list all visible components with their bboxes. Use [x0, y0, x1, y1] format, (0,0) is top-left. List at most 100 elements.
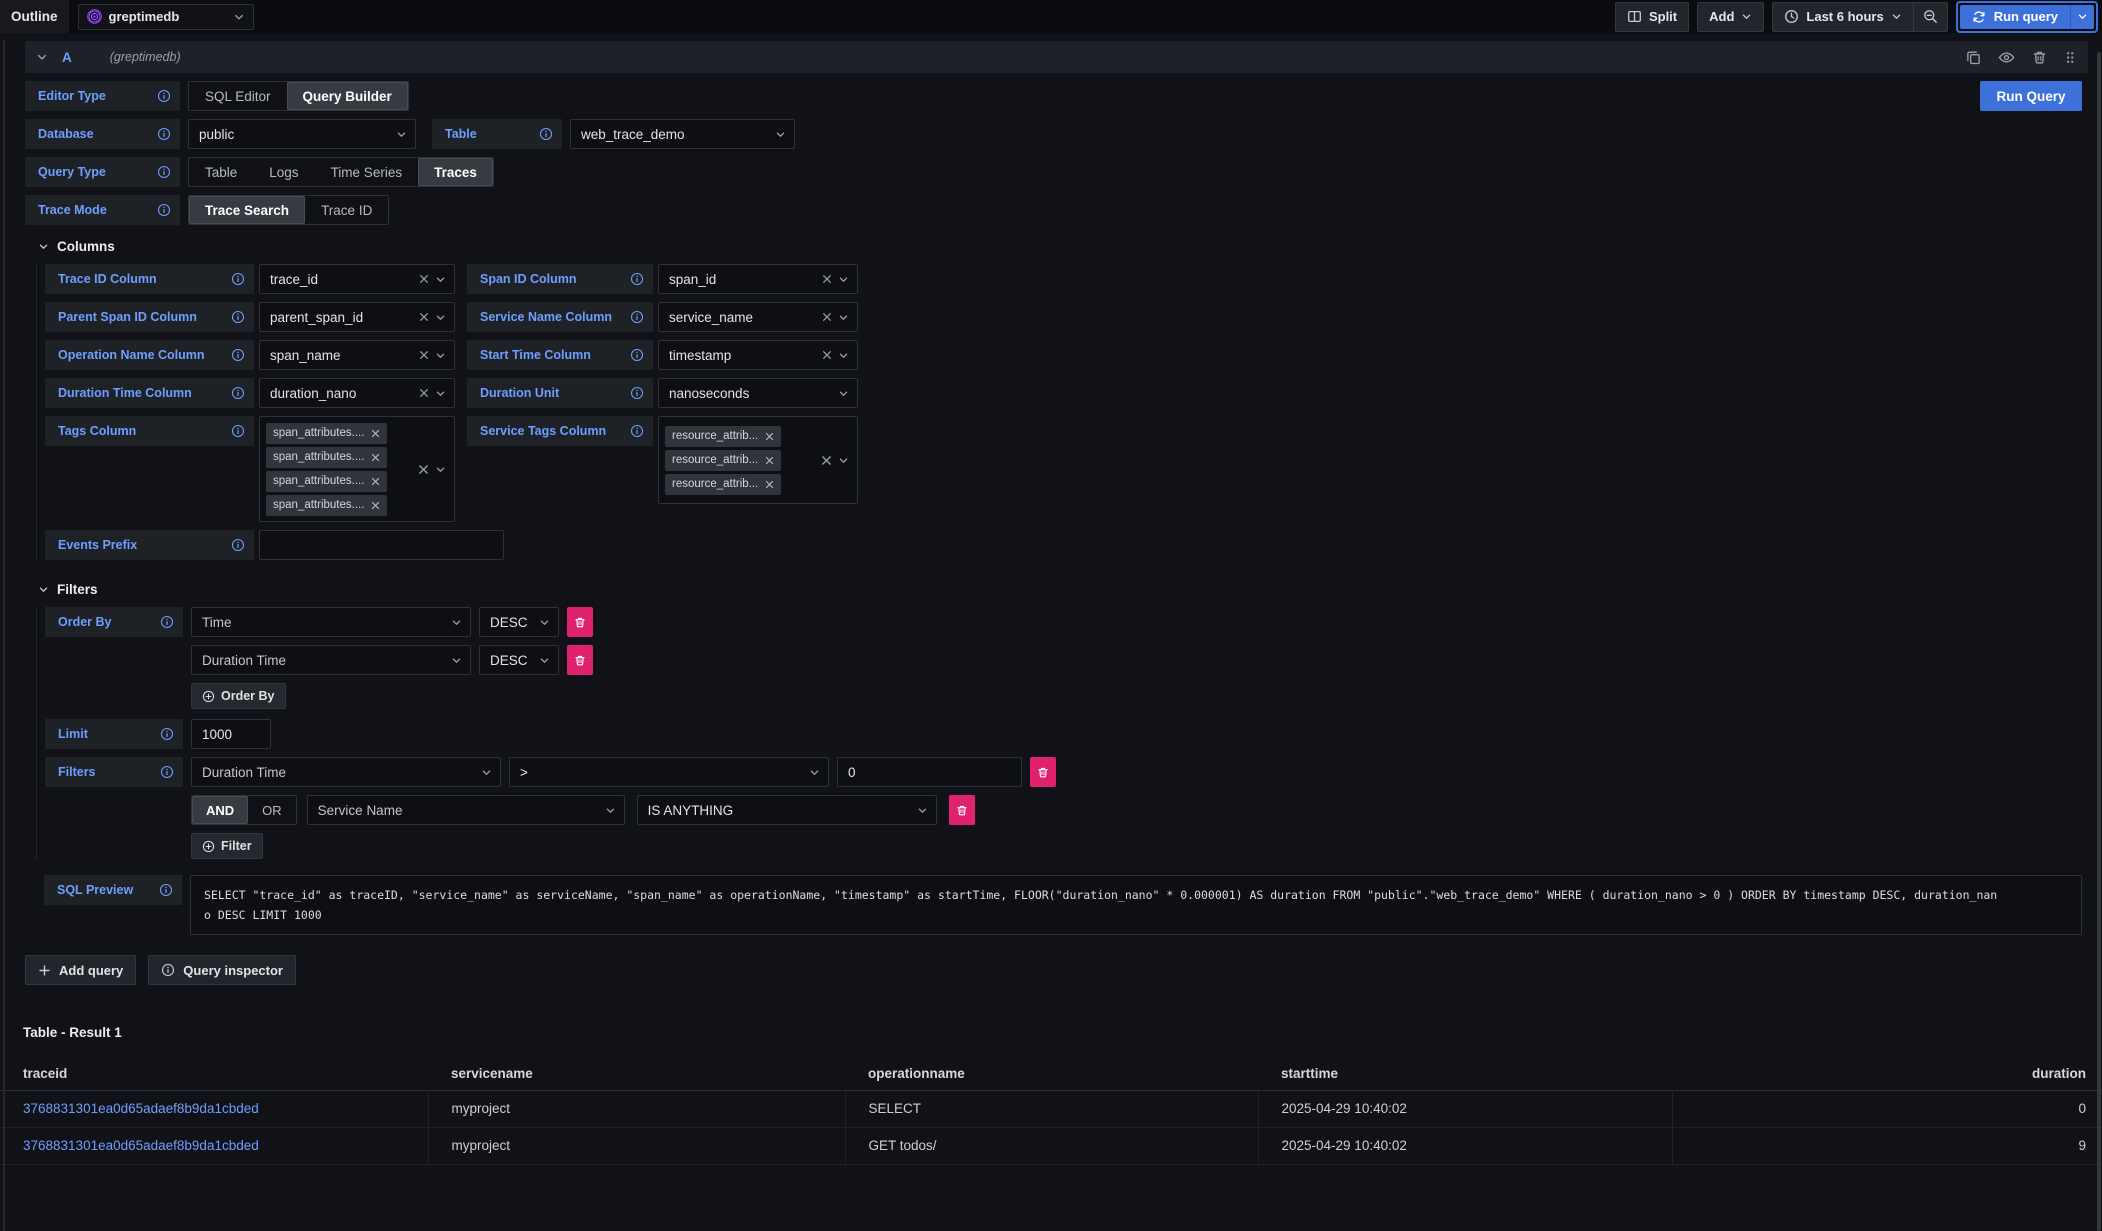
trace-mode-option-trace-id[interactable]: Trace ID	[305, 196, 388, 224]
query-type-option-logs[interactable]: Logs	[253, 158, 314, 186]
chevron-down-icon	[539, 617, 550, 628]
query-type-option-time-series[interactable]: Time Series	[315, 158, 419, 186]
events-prefix-input[interactable]	[259, 530, 504, 560]
trace-id-link[interactable]: 3768831301ea0d65adaef8b9da1cbded	[23, 1138, 259, 1153]
remove-order-by-button[interactable]	[567, 607, 593, 637]
vertical-scrollbar[interactable]	[2097, 52, 2101, 1231]
add-filter-button[interactable]: Filter	[191, 833, 263, 859]
condition-or-option[interactable]: OR	[248, 796, 296, 824]
filter-row-1: Filters Duration Time >	[45, 757, 2088, 787]
remove-chip-icon[interactable]	[765, 480, 774, 489]
columns-section-header[interactable]: Columns	[25, 239, 2088, 254]
query-type-option-traces[interactable]: Traces	[418, 158, 493, 186]
clear-all-icon[interactable]	[418, 464, 429, 475]
column-header-starttime[interactable]: starttime	[1258, 1056, 1672, 1090]
start-time-column-label: Start Time Column	[467, 340, 653, 370]
query-type-row: Query Type Table Logs Time Series Traces	[25, 157, 2088, 187]
operation-name-column-select[interactable]: span_name	[259, 340, 455, 370]
tags-column-multiselect[interactable]: span_attributes.... span_attributes.... …	[259, 416, 455, 522]
editor-type-option-sql-editor[interactable]: SQL Editor	[189, 82, 287, 110]
service-name-column-select[interactable]: service_name	[658, 302, 858, 332]
time-range-picker[interactable]: Last 6 hours	[1772, 2, 1913, 32]
results-panel: Table - Result 1 traceid servicename ope…	[0, 1025, 2102, 1165]
order-by-field-select[interactable]: Time	[191, 607, 471, 637]
order-by-direction-select[interactable]: DESC	[479, 607, 559, 637]
columns-section-body: Trace ID Column trace_id Span ID Column …	[36, 264, 2088, 560]
info-icon	[157, 165, 171, 179]
add-panel-button[interactable]: Add	[1697, 2, 1764, 32]
span-id-column-select[interactable]: span_id	[658, 264, 858, 294]
add-query-button[interactable]: Add query	[25, 955, 136, 985]
query-editor-panel: A (greptimedb) Editor Type	[25, 41, 2088, 935]
pane-divider[interactable]	[3, 40, 5, 1231]
clear-icon[interactable]	[822, 350, 832, 360]
info-icon	[630, 424, 644, 438]
editor-type-option-query-builder[interactable]: Query Builder	[287, 82, 408, 110]
filter-operator-select[interactable]: >	[509, 757, 829, 787]
delete-query-icon[interactable]	[2032, 50, 2047, 65]
outline-pane-toggle[interactable]: Outline	[0, 0, 69, 33]
remove-order-by-button[interactable]	[567, 645, 593, 675]
remove-filter-button[interactable]	[1030, 757, 1056, 787]
query-row-header[interactable]: A (greptimedb)	[25, 41, 2088, 73]
service-tag-chip: resource_attrib...	[665, 474, 781, 495]
info-icon	[157, 89, 171, 103]
table-select[interactable]: web_trace_demo	[570, 119, 795, 149]
limit-input[interactable]	[191, 719, 271, 749]
duration-unit-select[interactable]: nanoseconds	[658, 378, 858, 408]
run-query-button[interactable]: Run query	[1960, 5, 2070, 29]
filter-field-select[interactable]: Duration Time	[191, 757, 501, 787]
duration-time-column-select[interactable]: duration_nano	[259, 378, 455, 408]
trace-id-link[interactable]: 3768831301ea0d65adaef8b9da1cbded	[23, 1101, 259, 1116]
remove-chip-icon[interactable]	[765, 456, 774, 465]
clear-all-icon[interactable]	[821, 455, 832, 466]
clear-icon[interactable]	[419, 274, 429, 284]
clear-icon[interactable]	[419, 388, 429, 398]
panel-run-query-button[interactable]: Run Query	[1980, 81, 2082, 111]
datasource-picker[interactable]: greptimedb	[78, 4, 254, 30]
clear-icon[interactable]	[822, 312, 832, 322]
start-time-column-select[interactable]: timestamp	[658, 340, 858, 370]
parent-span-id-column-select[interactable]: parent_span_id	[259, 302, 455, 332]
zoom-out-time-button[interactable]	[1913, 2, 1948, 32]
datasource-name: greptimedb	[109, 9, 226, 24]
remove-chip-icon[interactable]	[371, 453, 380, 462]
query-type-option-table[interactable]: Table	[189, 158, 253, 186]
query-type-label: Query Type	[25, 157, 180, 187]
add-order-by-button[interactable]: Order By	[191, 683, 286, 709]
filters-section-header[interactable]: Filters	[25, 582, 2088, 597]
filter-value-input[interactable]	[837, 757, 1022, 787]
run-query-options-caret[interactable]	[2070, 5, 2094, 29]
condition-join-switch: AND OR	[191, 795, 297, 825]
order-by-field-select[interactable]: Duration Time	[191, 645, 471, 675]
remove-chip-icon[interactable]	[371, 501, 380, 510]
clear-icon[interactable]	[419, 350, 429, 360]
toggle-visibility-icon[interactable]	[1998, 50, 2015, 65]
order-by-direction-select[interactable]: DESC	[479, 645, 559, 675]
service-tags-column-multiselect[interactable]: resource_attrib... resource_attrib... re…	[658, 416, 858, 504]
remove-chip-icon[interactable]	[371, 477, 380, 486]
remove-chip-icon[interactable]	[765, 432, 774, 441]
trace-id-column-select[interactable]: trace_id	[259, 264, 455, 294]
remove-chip-icon[interactable]	[371, 429, 380, 438]
filter-field-select[interactable]: Service Name	[307, 795, 625, 825]
database-select[interactable]: public	[188, 119, 416, 149]
events-prefix-label: Events Prefix	[45, 530, 254, 560]
operation-name-column-label: Operation Name Column	[45, 340, 254, 370]
column-header-duration[interactable]: duration	[1672, 1056, 2102, 1090]
trace-mode-option-trace-search[interactable]: Trace Search	[189, 196, 305, 224]
remove-filter-button[interactable]	[949, 795, 975, 825]
duplicate-query-icon[interactable]	[1966, 50, 1981, 65]
clear-icon[interactable]	[419, 312, 429, 322]
column-header-servicename[interactable]: servicename	[428, 1056, 845, 1090]
query-inspector-button[interactable]: Query inspector	[148, 955, 296, 985]
trace-span-id-row: Trace ID Column trace_id Span ID Column …	[45, 264, 2088, 294]
filter-operator-select[interactable]: IS ANYTHING	[637, 795, 937, 825]
clear-icon[interactable]	[822, 274, 832, 284]
condition-and-option[interactable]: AND	[192, 796, 248, 824]
column-header-operationname[interactable]: operationname	[845, 1056, 1258, 1090]
column-header-traceid[interactable]: traceid	[0, 1056, 428, 1090]
split-button[interactable]: Split	[1615, 2, 1689, 32]
drag-handle-icon[interactable]	[2064, 50, 2076, 65]
chevron-down-icon	[451, 655, 462, 666]
